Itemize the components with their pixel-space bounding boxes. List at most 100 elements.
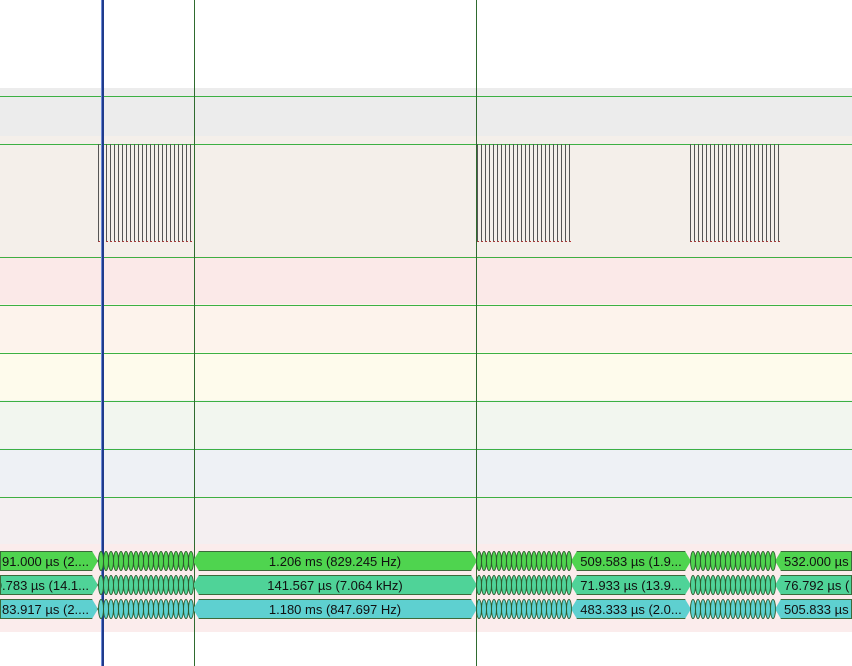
- bus-segment[interactable]: 1.180 ms (847.697 Hz): [193, 599, 477, 619]
- waveform-pulse: [481, 144, 483, 242]
- waveform-pulse: [513, 144, 515, 242]
- row-yellow: [0, 352, 852, 400]
- waveform-pulse: [690, 144, 692, 242]
- bus-dense-segments[interactable]: [476, 599, 572, 619]
- bus-dense-segments[interactable]: [98, 575, 194, 595]
- row-green: [0, 400, 852, 448]
- waveform-pulse: [766, 144, 768, 242]
- waveform-pulse: [694, 144, 696, 242]
- waveform-pulse: [525, 144, 527, 242]
- grid-line: [0, 257, 852, 258]
- waveform-pulse: [126, 144, 128, 242]
- waveform-pulse: [158, 144, 160, 242]
- bus-segment[interactable]: 483.333 µs (2.0...: [571, 599, 691, 619]
- bus-segment[interactable]: 532.000 µs: [775, 551, 852, 571]
- waveform-pulse: [174, 144, 176, 242]
- waveform-pulse: [182, 144, 184, 242]
- waveform-pulse: [714, 144, 716, 242]
- bus-dense-segments[interactable]: [690, 575, 776, 595]
- waveform-pulse: [533, 144, 535, 242]
- waveform-pulse: [505, 144, 507, 242]
- waveform-pulse: [762, 144, 764, 242]
- waveform-pulse: [485, 144, 487, 242]
- waveform-pulse: [170, 144, 172, 242]
- waveform-pulse: [521, 144, 523, 242]
- bus-segment[interactable]: 0.783 µs (14.1...: [0, 575, 98, 595]
- waveform-pulse: [569, 144, 571, 242]
- row-peach: [0, 304, 852, 352]
- bus-dense-segments[interactable]: [98, 551, 194, 571]
- waveform-pulse: [746, 144, 748, 242]
- bus-segment[interactable]: 141.567 µs (7.064 kHz): [193, 575, 477, 595]
- waveform-pulse: [162, 144, 164, 242]
- row-blue: [0, 448, 852, 496]
- bus-segment[interactable]: 91.000 µs (2....: [0, 551, 98, 571]
- bus-row-1: 91.000 µs (2.... 1.206 ms (829.245 Hz) 5…: [0, 551, 852, 571]
- bus-dense-segments[interactable]: [690, 551, 776, 571]
- waveform-pulse: [698, 144, 700, 242]
- waveform-pulse: [561, 144, 563, 242]
- waveform-pulse: [545, 144, 547, 242]
- waveform-pulse: [501, 144, 503, 242]
- waveform-pulse: [718, 144, 720, 242]
- waveform-pulse: [477, 144, 479, 242]
- waveform-pulse: [738, 144, 740, 242]
- waveform-pulse: [553, 144, 555, 242]
- waveform-pulse: [770, 144, 772, 242]
- waveform-pulse: [509, 144, 511, 242]
- waveform-pulse: [166, 144, 168, 242]
- waveform-pulse: [565, 144, 567, 242]
- waveform-pulse: [549, 144, 551, 242]
- waveform-pulse: [754, 144, 756, 242]
- grid-line: [0, 353, 852, 354]
- bus-segment[interactable]: 83.917 µs (2....: [0, 599, 98, 619]
- grid-line: [0, 449, 852, 450]
- bus-row-2: 0.783 µs (14.1... 141.567 µs (7.064 kHz)…: [0, 575, 852, 595]
- waveform-pulse: [722, 144, 724, 242]
- row-lavender: [0, 496, 852, 544]
- waveform-pulse: [489, 144, 491, 242]
- grid-line: [0, 96, 852, 97]
- waveform-pulse: [710, 144, 712, 242]
- waveform-pulse: [110, 144, 112, 242]
- bus-segment[interactable]: 509.583 µs (1.9...: [571, 551, 691, 571]
- waveform-pulse: [702, 144, 704, 242]
- waveform-pulse: [778, 144, 780, 242]
- waveform-pulse: [758, 144, 760, 242]
- row-pink: [0, 256, 852, 304]
- waveform-pulse: [114, 144, 116, 242]
- waveform-pulse: [186, 144, 188, 242]
- waveform-pulse: [142, 144, 144, 242]
- bus-dense-segments[interactable]: [690, 599, 776, 619]
- waveform-pulse: [742, 144, 744, 242]
- bus-segment[interactable]: 76.792 µs (: [775, 575, 852, 595]
- waveform-pulse: [726, 144, 728, 242]
- waveform-pulse: [134, 144, 136, 242]
- waveform-pulse: [130, 144, 132, 242]
- bus-segment[interactable]: 1.206 ms (829.245 Hz): [193, 551, 477, 571]
- waveform-pulse: [190, 144, 192, 242]
- waveform-pulse: [150, 144, 152, 242]
- grid-line: [0, 401, 852, 402]
- bus-segment[interactable]: 505.833 µs: [775, 599, 852, 619]
- waveform-pulse: [178, 144, 180, 242]
- waveform-pulse: [734, 144, 736, 242]
- waveform-pulse: [557, 144, 559, 242]
- waveform-pulse: [541, 144, 543, 242]
- waveform-pulse: [122, 144, 124, 242]
- waveform-pulse: [730, 144, 732, 242]
- waveform-pulse: [750, 144, 752, 242]
- waveform-pulse: [106, 144, 108, 242]
- waveform-pulse: [118, 144, 120, 242]
- waveform-pulse: [529, 144, 531, 242]
- waveform-pulse: [774, 144, 776, 242]
- waveform-pulse: [493, 144, 495, 242]
- bus-dense-segments[interactable]: [476, 551, 572, 571]
- bus-dense-segments[interactable]: [476, 575, 572, 595]
- grid-line: [0, 497, 852, 498]
- bus-segment[interactable]: 71.933 µs (13.9...: [571, 575, 691, 595]
- bus-row-3: 83.917 µs (2.... 1.180 ms (847.697 Hz) 4…: [0, 599, 852, 619]
- bus-dense-segments[interactable]: [98, 599, 194, 619]
- waveform-pulse: [517, 144, 519, 242]
- waveform-pulse: [138, 144, 140, 242]
